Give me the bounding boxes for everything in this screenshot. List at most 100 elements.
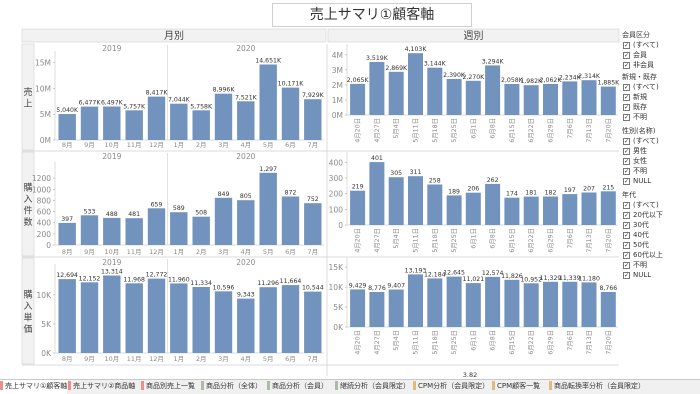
weekly-count-category-label-10: 6月29日 [547,228,555,253]
monthly-sales-data-label-5: 7,044K [168,97,191,104]
checkbox-checked-icon[interactable]: ✓ [623,177,630,185]
monthly-count-ytick-label-6: 1200 [32,174,51,183]
weekly-unit-bar-12 [581,282,597,327]
weekly-count-category-label-11: 7月6日 [566,228,574,249]
filter-option-3-5[interactable]: ✓ 60代以上 [620,250,700,260]
weekly-unit-ytick-label-1: 5K [333,303,344,312]
checkbox-checked-icon[interactable]: ✓ [623,147,630,155]
monthly-sales-category-label-3: 11月 [127,141,142,149]
checkbox-checked-icon[interactable]: ✓ [623,103,630,111]
filter-option-1-2[interactable]: ✓ 既存 [620,102,700,112]
monthly-sales-bar-7 [214,93,233,140]
monthly-count-bar-9 [259,172,277,245]
checkbox-checked-icon[interactable]: ✓ [623,231,630,239]
checkbox-checked-icon[interactable]: ✓ [623,157,630,165]
monthly-unit-category-label-1: 9月 [84,355,95,363]
filter-option-3-4[interactable]: ✓ 50代 [620,240,700,250]
weekly-count-category-label-12: 7月13日 [585,228,593,253]
sheet-tab-6[interactable]: CPM分析（会員限定） [413,380,489,394]
filter-option-0-2[interactable]: ✓ 非会員 [620,60,700,70]
filter-option-3-2[interactable]: ✓ 30代 [620,220,700,230]
checkbox-checked-icon[interactable]: ✓ [623,137,630,145]
tab-color-swatch [0,381,3,390]
weekly-count-category-label-5: 5月25日 [450,228,458,253]
weekly-sales-bar-1 [369,62,385,115]
weekly-sales-category-label-3: 5月11日 [412,118,420,143]
weekly-sales-ytick-label-2: 2M [332,81,343,90]
filter-option-1-1[interactable]: ✓ 新規 [620,92,700,102]
sheet-tab-7[interactable]: CPM顧客一覧 [492,380,540,394]
sheet-tab-label: CPM分析（会員限定） [418,382,490,390]
monthly-count-category-label-11: 7月 [308,248,319,256]
monthly-count-data-label-1: 533 [84,208,96,215]
checkbox-checked-icon[interactable]: ✓ [623,167,630,175]
weekly-sales-category-label-12: 7月13日 [585,118,593,143]
monthly-sales-data-label-11: 7,929K [302,92,325,99]
filter-option-1-3[interactable]: ✓ 不明 [620,112,700,122]
filter-option-2-1[interactable]: ✓ 男性 [620,146,700,156]
filter-option-3-7[interactable]: ✓ NULL [620,270,700,280]
filter-option-0-1[interactable]: ✓ 会員 [620,50,700,60]
sheet-tab-5[interactable]: 継続分析（会員限定） [335,380,410,394]
weekly-sales-data-label-7: 3,294K [482,58,505,65]
filter-option-label: 50代 [633,241,649,249]
monthly-count-category-label-6: 2月 [196,248,207,256]
weekly-sales-bar-13 [600,86,616,115]
checkbox-checked-icon[interactable]: ✓ [623,241,630,249]
checkbox-checked-icon[interactable]: ✓ [623,41,630,49]
filter-option-label: 女性 [633,157,647,165]
monthly-count-bar-1 [80,215,99,245]
sheet-tab-3[interactable]: 商品分析（全体） [201,380,262,394]
checkbox-checked-icon[interactable]: ✓ [623,221,630,229]
filter-option-2-4[interactable]: ✓ NULL [620,176,700,186]
weekly-count-bar-3 [408,176,423,225]
sheet-tab-0[interactable]: 売上サマリ①顧客軸 [0,380,68,394]
weekly-sales-ytick-label-0: 0M [332,111,343,120]
filter-section-0: 会員区分 ✓ (すべて) ✓ 会員 ✓ 非会員 [620,30,700,70]
filter-option-3-3[interactable]: ✓ 40代 [620,230,700,240]
sheet-tab-4[interactable]: 商品分析（会員） [267,380,328,394]
checkbox-checked-icon[interactable]: ✓ [623,113,630,121]
weekly-unit-bar-4 [427,278,443,327]
checkbox-checked-icon[interactable]: ✓ [623,51,630,59]
monthly-unit-category-label-11: 7月 [308,355,319,363]
monthly-unit-bar-0 [58,279,76,353]
filter-option-label: NULL [633,271,652,279]
weekly-sales-data-label-3: 4,103K [405,46,428,53]
filter-option-0-0[interactable]: ✓ (すべて) [620,40,700,50]
filter-option-3-0[interactable]: ✓ (すべて) [620,200,700,210]
monthly-unit-data-label-2: 13,314 [101,269,123,276]
monthly-sales-data-label-3: 5,757K [123,103,146,110]
weekly-unit-category-label-7: 6月8日 [489,330,497,351]
filter-option-1-0[interactable]: ✓ (すべて) [620,82,700,92]
checkbox-checked-icon[interactable]: ✓ [623,93,630,101]
checkbox-checked-icon[interactable]: ✓ [623,211,630,219]
monthly-sales-category-label-6: 2月 [196,141,207,149]
filter-option-3-1[interactable]: ✓ 20代以下 [620,210,700,220]
checkbox-checked-icon[interactable]: ✓ [623,201,630,209]
weekly-count-ytick-label-2: 200 [329,190,344,199]
weekly-sales-category-label-8: 6月15日 [508,118,516,143]
monthly-count-ytick-label-0: 0 [46,241,51,250]
monthly-count-category-label-1: 9月 [84,248,95,256]
monthly-unit-category-label-7: 3月 [218,355,229,363]
sheet-tab-2[interactable]: 商品別売上一覧 [141,380,195,394]
sheet-tab-8[interactable]: 商品転換率分析（会員限定） [549,380,645,394]
checkbox-checked-icon[interactable]: ✓ [623,271,630,279]
filter-title-0: 会員区分 [622,31,650,39]
filter-option-2-3[interactable]: ✓ 不明 [620,166,700,176]
monthly-sales-bar-9 [259,64,277,140]
tab-color-swatch [549,381,552,390]
sheet-tab-label: CPM顧客一覧 [497,382,541,390]
checkbox-checked-icon[interactable]: ✓ [623,83,630,91]
weekly-sales-ytick-label-4: 4M [332,51,343,60]
monthly-panel-header: 月別 [164,30,184,42]
sheet-tab-1[interactable]: 売上サマリ②商品軸 [68,380,135,394]
checkbox-checked-icon[interactable]: ✓ [623,61,630,69]
checkbox-checked-icon[interactable]: ✓ [623,261,630,269]
filter-option-2-0[interactable]: ✓ (すべて) [620,136,700,146]
monthly-count-bar-10 [281,196,300,245]
filter-option-3-6[interactable]: ✓ 不明 [620,260,700,270]
checkbox-checked-icon[interactable]: ✓ [623,251,630,259]
filter-option-2-2[interactable]: ✓ 女性 [620,156,700,166]
